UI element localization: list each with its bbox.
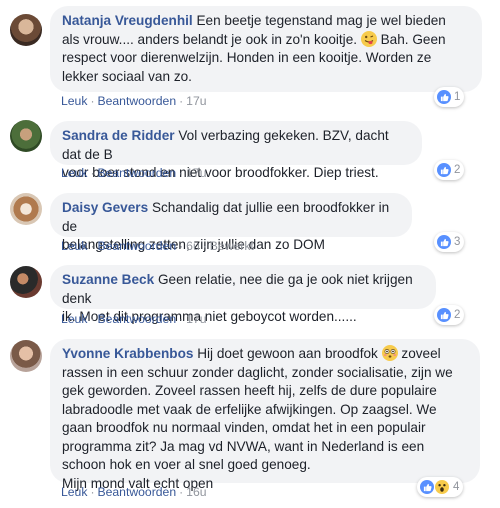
- reply-link[interactable]: Beantwoorden: [98, 166, 177, 180]
- comment-text-line: programma zit? Ja mag vd NVWA, want in N…: [62, 438, 425, 454]
- separator: ·: [90, 312, 95, 326]
- separator: ·: [202, 239, 207, 253]
- comment-author[interactable]: Daisy Gevers: [62, 200, 148, 215]
- timestamp[interactable]: 17u: [186, 312, 206, 326]
- flushed-emoji-icon: [381, 345, 398, 361]
- reply-link[interactable]: Beantwoorden: [98, 94, 177, 108]
- separator: ·: [90, 239, 95, 253]
- comment-bubble: Suzanne Beck Geen relatie, nee die ga je…: [50, 265, 436, 324]
- comment-text-inline: zoveel: [401, 346, 441, 361]
- timestamp[interactable]: 16u: [186, 485, 206, 499]
- reply-link[interactable]: Beantwoorden: [98, 312, 177, 326]
- like-reaction-icon: [420, 480, 434, 494]
- timestamp[interactable]: 6u: [186, 239, 200, 253]
- avatar[interactable]: [10, 340, 42, 372]
- comment-text-line: gek geworden. Zoveel rassen heeft hij, z…: [62, 383, 437, 398]
- comment-text-line: rassen in een schuur zonder daglicht, zo…: [62, 364, 453, 380]
- reaction-count[interactable]: 3: [434, 232, 465, 252]
- timestamp[interactable]: 17u: [186, 166, 206, 180]
- like-link[interactable]: Leuk: [61, 312, 87, 326]
- comment-text-line: als vrouw.... anders belandt je ook in z…: [62, 31, 358, 47]
- comment-author[interactable]: Suzanne Beck: [62, 272, 154, 287]
- reaction-count-value: 3: [454, 236, 461, 248]
- reaction-count-value: 2: [454, 309, 461, 321]
- reaction-count[interactable]: 2: [434, 305, 465, 325]
- reaction-count-value: 4: [453, 481, 460, 493]
- comment-author[interactable]: Yvonne Krabbenbos: [62, 346, 193, 361]
- comment-bubble: Daisy Gevers Schandalig dat jullie een b…: [50, 193, 412, 252]
- reply-link[interactable]: Beantwoorden: [98, 485, 177, 499]
- reply-link[interactable]: Beantwoorden: [98, 239, 177, 253]
- like-reaction-icon: [437, 163, 451, 177]
- comment-bubble: Natanja Vreugdenhil Een beetje tegenstan…: [50, 6, 482, 92]
- separator: ·: [90, 485, 95, 499]
- reaction-count-value: 2: [454, 164, 461, 176]
- like-reaction-icon: [437, 90, 451, 104]
- comment-text-line: Een beetje tegenstand mag je wel bieden: [196, 13, 446, 28]
- tongue-wink-emoji-icon: [360, 30, 377, 47]
- like-link[interactable]: Leuk: [61, 239, 87, 253]
- comment-text-line: labradoodle met vaak de erfelijke afwijk…: [62, 401, 437, 417]
- comment-author[interactable]: Sandra de Ridder: [62, 128, 175, 143]
- comment-text-line: gaan broodfok nu normaal vinden, omdat h…: [62, 420, 426, 435]
- separator: ·: [90, 94, 95, 108]
- reaction-count-value: 1: [454, 91, 461, 103]
- avatar[interactable]: [10, 14, 42, 46]
- separator: ·: [179, 94, 184, 108]
- comment-bubble: Yvonne Krabbenbos Hij doet gewoon aan br…: [50, 339, 480, 491]
- like-reaction-icon: [437, 235, 451, 249]
- reaction-count[interactable]: 1: [434, 87, 465, 107]
- reaction-count[interactable]: 2: [434, 160, 465, 180]
- comment-text-line: respect voor dierenwelzijn. Honden in ee…: [62, 50, 432, 65]
- like-link[interactable]: Leuk: [61, 94, 87, 108]
- reaction-count[interactable]: 4: [417, 477, 464, 497]
- separator: ·: [179, 485, 184, 499]
- comment-text-line: lekker sociaal van zo.: [62, 68, 192, 84]
- avatar[interactable]: [10, 266, 42, 298]
- like-reaction-icon: [437, 308, 451, 322]
- comment-author[interactable]: Natanja Vreugdenhil: [62, 13, 193, 28]
- comment-text-line: schoon hok en voer al snel goed genoeg.: [62, 457, 311, 472]
- separator: ·: [179, 239, 184, 253]
- wow-reaction-icon: [435, 480, 449, 494]
- edited-link[interactable]: Bewerkt: [210, 239, 254, 253]
- comment-text-line: Hij doet gewoon aan broodfok: [197, 346, 378, 361]
- comment-bubble: Sandra de Ridder Vol verbazing gekeken. …: [50, 121, 422, 180]
- timestamp[interactable]: 17u: [186, 94, 206, 108]
- avatar[interactable]: [10, 193, 42, 225]
- separator: ·: [179, 312, 184, 326]
- avatar[interactable]: [10, 120, 42, 152]
- separator: ·: [179, 166, 184, 180]
- comment-text-inline: Bah. Geen: [376, 31, 446, 47]
- like-link[interactable]: Leuk: [61, 166, 87, 180]
- separator: ·: [90, 166, 95, 180]
- like-link[interactable]: Leuk: [61, 485, 87, 499]
